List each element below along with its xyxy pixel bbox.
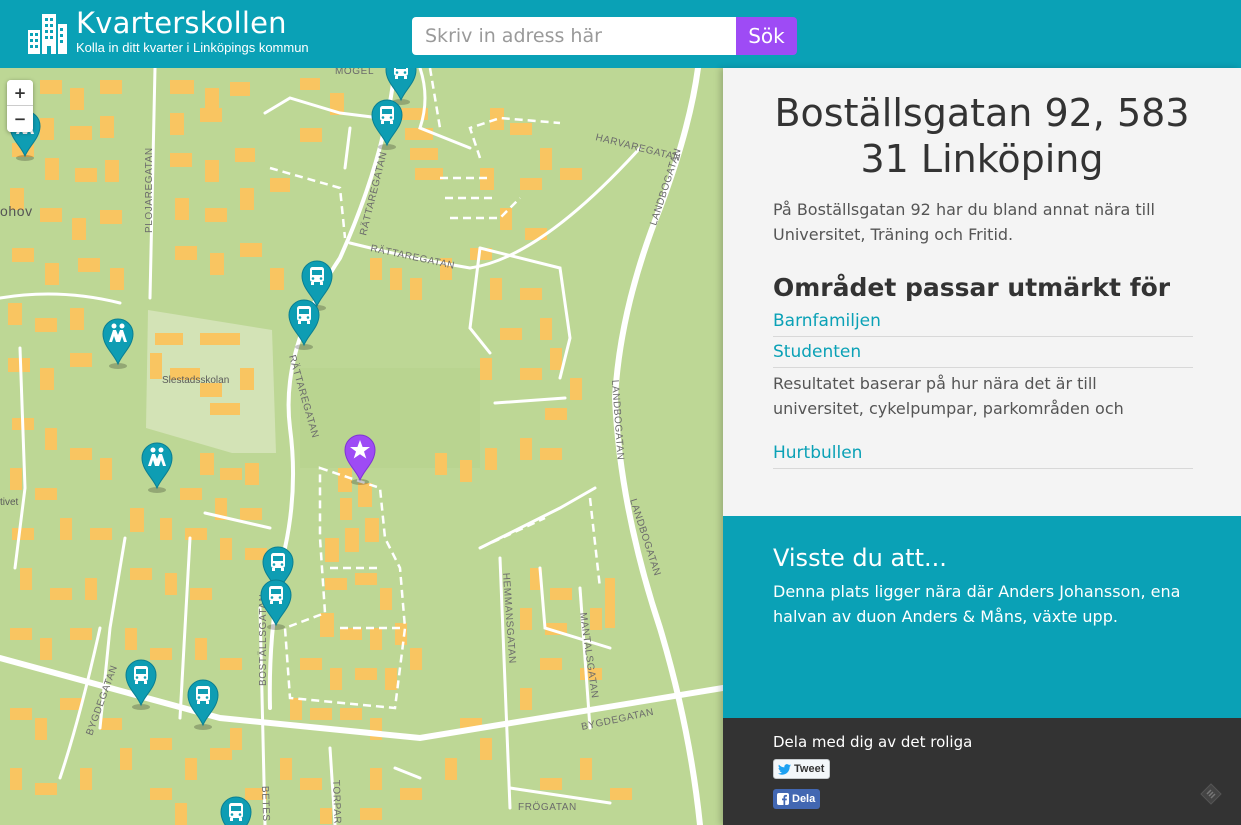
- address-search-input[interactable]: [412, 17, 736, 55]
- facebook-share-button[interactable]: Dela: [773, 789, 821, 809]
- search-button[interactable]: Sök: [736, 17, 797, 55]
- facebook-label: Dela: [792, 793, 816, 805]
- school-label: Slestadsskolan: [162, 375, 229, 386]
- result-explanation: Resultatet baserar på hur nära det är ti…: [773, 374, 1124, 418]
- street-label: BETES: [259, 786, 271, 822]
- tweet-label: Tweet: [794, 763, 825, 775]
- app-title[interactable]: Kvarterskollen: [76, 6, 287, 40]
- tweet-button[interactable]: Tweet: [773, 759, 831, 779]
- map-canvas[interactable]: MOGEL PLOJAREGATAN ohov RÄTTAREGATAN RÄT…: [0, 68, 723, 825]
- zoom-in-button[interactable]: +: [7, 80, 33, 106]
- city-buildings-icon: [28, 14, 67, 54]
- app-subtitle: Kolla in ditt kvarter i Linköpings kommu…: [76, 40, 309, 55]
- fact-text: Denna plats ligger nära där Anders Johan…: [773, 582, 1181, 626]
- share-section: Dela med dig av det roliga Tweet Dela: [723, 718, 1241, 825]
- share-title: Dela med dig av det roliga: [773, 733, 973, 751]
- park-area: [300, 368, 480, 468]
- twitter-bird-icon: [778, 763, 791, 775]
- map[interactable]: MOGEL PLOJAREGATAN ohov RÄTTAREGATAN RÄT…: [0, 68, 723, 825]
- suit-link-studenten[interactable]: Studenten: [773, 337, 1193, 368]
- fact-title: Visste du att...: [773, 544, 947, 572]
- suits-heading: Området passar utmärkt för: [773, 273, 1171, 302]
- facebook-f-icon: [777, 793, 789, 805]
- street-label: TORPAREG: [330, 780, 343, 825]
- suit-link-hurtbullen[interactable]: Hurtbullen: [773, 438, 1193, 469]
- suit-link-barnfamiljen[interactable]: Barnfamiljen: [773, 306, 1193, 337]
- address-heading: Boställsgatan 92, 583 31 Linköping: [774, 91, 1190, 181]
- place-label: ohov: [0, 203, 33, 219]
- leaflet-icon: [1200, 783, 1222, 805]
- street-label: FRÖGATAN: [518, 801, 577, 813]
- header: Kvarterskollen Kolla in ditt kvarter i L…: [0, 0, 1241, 68]
- bus-marker[interactable]: [220, 796, 252, 825]
- info-panel: Boställsgatan 92, 583 31 Linköping På Bo…: [723, 68, 1241, 825]
- place-label: tivet: [0, 497, 19, 508]
- street-label: PLOJAREGATAN: [144, 147, 155, 233]
- zoom-control: + −: [7, 80, 33, 132]
- zoom-out-button[interactable]: −: [7, 106, 33, 132]
- intro-text: På Boställsgatan 92 har du bland annat n…: [773, 200, 1155, 244]
- street-label: MOGEL: [335, 68, 374, 77]
- did-you-know-box: Visste du att... Denna plats ligger nära…: [723, 516, 1241, 718]
